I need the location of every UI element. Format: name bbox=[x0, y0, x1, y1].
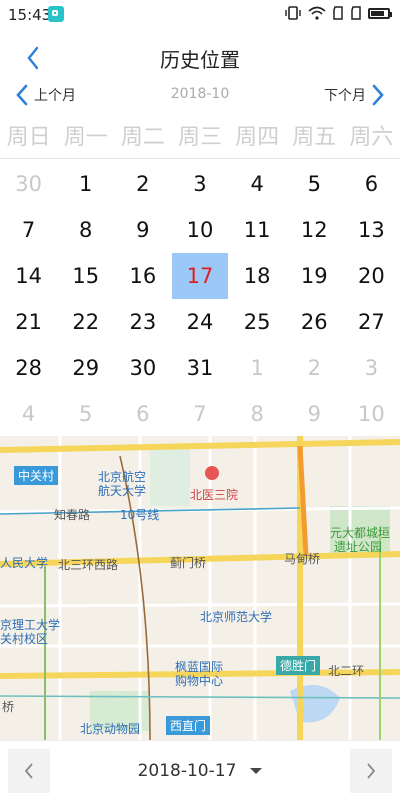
calendar-day[interactable]: 30 bbox=[114, 345, 171, 391]
calendar-day[interactable]: 4 bbox=[229, 161, 286, 207]
calendar-day[interactable]: 8 bbox=[57, 207, 114, 253]
calendar-day[interactable]: 6 bbox=[114, 391, 171, 437]
calendar-day[interactable]: 22 bbox=[57, 299, 114, 345]
calendar-day[interactable]: 9 bbox=[286, 391, 343, 437]
status-icons bbox=[284, 6, 392, 20]
map-label: 桥 bbox=[2, 700, 15, 714]
caret-down-icon bbox=[250, 768, 263, 774]
next-month-button[interactable]: 下个月 bbox=[324, 82, 386, 108]
page-title: 历史位置 bbox=[160, 48, 240, 72]
chevron-right-icon bbox=[367, 763, 376, 779]
calendar-day[interactable]: 1 bbox=[229, 345, 286, 391]
calendar-day-selected[interactable]: 17 bbox=[172, 253, 228, 299]
next-month-label: 下个月 bbox=[324, 88, 366, 104]
map-label: 中关村 bbox=[14, 466, 59, 485]
calendar-day[interactable]: 15 bbox=[57, 253, 114, 299]
weekday-label: 周六 bbox=[349, 125, 394, 150]
map-label: 人民大学 bbox=[0, 556, 49, 570]
date-selector[interactable]: 2018-10-17 bbox=[120, 757, 280, 785]
calendar-day[interactable]: 23 bbox=[114, 299, 171, 345]
calendar-day[interactable]: 12 bbox=[286, 207, 343, 253]
weekday-label: 周三 bbox=[177, 125, 222, 150]
map-label: 北二环 bbox=[328, 664, 365, 678]
calendar-day[interactable]: 18 bbox=[229, 253, 286, 299]
calendar-day[interactable]: 5 bbox=[286, 161, 343, 207]
hospital-icon bbox=[205, 466, 219, 480]
next-day-button[interactable] bbox=[350, 749, 392, 793]
calendar-day[interactable]: 26 bbox=[286, 299, 343, 345]
calendar-day[interactable]: 8 bbox=[229, 391, 286, 437]
selected-date: 2018-10-17 bbox=[137, 761, 237, 781]
map-label: 西直门 bbox=[166, 716, 211, 735]
battery-icon bbox=[368, 7, 392, 19]
map-view[interactable]: 中关村 北京航空 航天大学 北医三院 知春路 10号线 元大都城垣 遗址公园 人… bbox=[0, 436, 400, 740]
map-label: 蓟门桥 bbox=[170, 556, 207, 570]
calendar-day[interactable]: 3 bbox=[343, 345, 400, 391]
calendar-day[interactable]: 10 bbox=[343, 391, 400, 437]
calendar-day[interactable]: 31 bbox=[171, 345, 228, 391]
bottom-date-bar: 2018-10-17 bbox=[0, 740, 400, 801]
calendar-day[interactable]: 20 bbox=[343, 253, 400, 299]
calendar-day[interactable]: 19 bbox=[286, 253, 343, 299]
status-bar: 15:43 bbox=[0, 0, 400, 28]
weekday-header: 周日 周一 周二 周三 周四 周五 周六 bbox=[0, 118, 400, 159]
calendar-day[interactable]: 5 bbox=[57, 391, 114, 437]
map-label: 北三环西路 bbox=[58, 558, 119, 572]
weekday-label: 周五 bbox=[292, 125, 337, 150]
calendar-day[interactable]: 10 bbox=[171, 207, 228, 253]
calendar-day[interactable]: 7 bbox=[171, 391, 228, 437]
calendar-day[interactable]: 3 bbox=[171, 161, 228, 207]
calendar-day[interactable]: 11 bbox=[229, 207, 286, 253]
calendar-day[interactable]: 13 bbox=[343, 207, 400, 253]
calendar-grid: 30 1 2 3 4 5 6 7 8 9 10 11 12 13 14 15 16 17 18 19 20 21 22 23 2… bbox=[0, 161, 400, 437]
calendar-day[interactable]: 2 bbox=[286, 345, 343, 391]
map-label: 知春路 bbox=[54, 508, 91, 522]
calendar-day[interactable]: 21 bbox=[0, 299, 57, 345]
calendar-day[interactable]: 29 bbox=[57, 345, 114, 391]
weekday-label: 周二 bbox=[120, 125, 165, 150]
status-time: 15:43 bbox=[8, 6, 52, 24]
weekday-label: 周一 bbox=[63, 125, 108, 150]
header: 历史位置 bbox=[0, 40, 400, 76]
calendar-day[interactable]: 27 bbox=[343, 299, 400, 345]
calendar-day[interactable]: 24 bbox=[171, 299, 228, 345]
map-label: 遗址公园 bbox=[334, 540, 383, 554]
map-label: 北医三院 bbox=[190, 488, 239, 502]
sim2-icon bbox=[351, 6, 361, 20]
calendar-day[interactable]: 16 bbox=[114, 253, 171, 299]
map-label: 马甸桥 bbox=[284, 552, 321, 566]
map-label: 北京师范大学 bbox=[200, 610, 273, 624]
calendar-day[interactable]: 4 bbox=[0, 391, 57, 437]
map-label: 航天大学 bbox=[98, 484, 147, 498]
calendar-day[interactable]: 9 bbox=[114, 207, 171, 253]
map-label: 德胜门 bbox=[276, 656, 321, 675]
screenshot-icon bbox=[48, 6, 64, 22]
vibrate-icon bbox=[285, 6, 301, 20]
chevron-right-icon bbox=[372, 84, 384, 106]
calendar-day[interactable]: 1 bbox=[57, 161, 114, 207]
calendar-day[interactable]: 30 bbox=[0, 161, 57, 207]
calendar-day[interactable]: 25 bbox=[229, 299, 286, 345]
weekday-label: 周四 bbox=[235, 125, 280, 150]
prev-day-button[interactable] bbox=[8, 749, 50, 793]
sim1-icon bbox=[333, 6, 343, 20]
calendar-day[interactable]: 6 bbox=[343, 161, 400, 207]
month-nav: 上个月 2018-10 下个月 bbox=[0, 82, 400, 108]
wifi-icon bbox=[308, 6, 326, 20]
calendar-day[interactable]: 28 bbox=[0, 345, 57, 391]
calendar-day[interactable]: 2 bbox=[114, 161, 171, 207]
chevron-left-icon bbox=[24, 763, 33, 779]
map-roads bbox=[0, 436, 400, 740]
weekday-label: 周日 bbox=[6, 125, 51, 150]
calendar-day[interactable]: 7 bbox=[0, 207, 57, 253]
map-label: 北京动物园 bbox=[80, 722, 141, 736]
map-label: 关村校区 bbox=[0, 632, 49, 646]
map-label: 10号线 bbox=[120, 508, 160, 522]
calendar-day[interactable]: 14 bbox=[0, 253, 57, 299]
map-label: 购物中心 bbox=[175, 674, 224, 688]
